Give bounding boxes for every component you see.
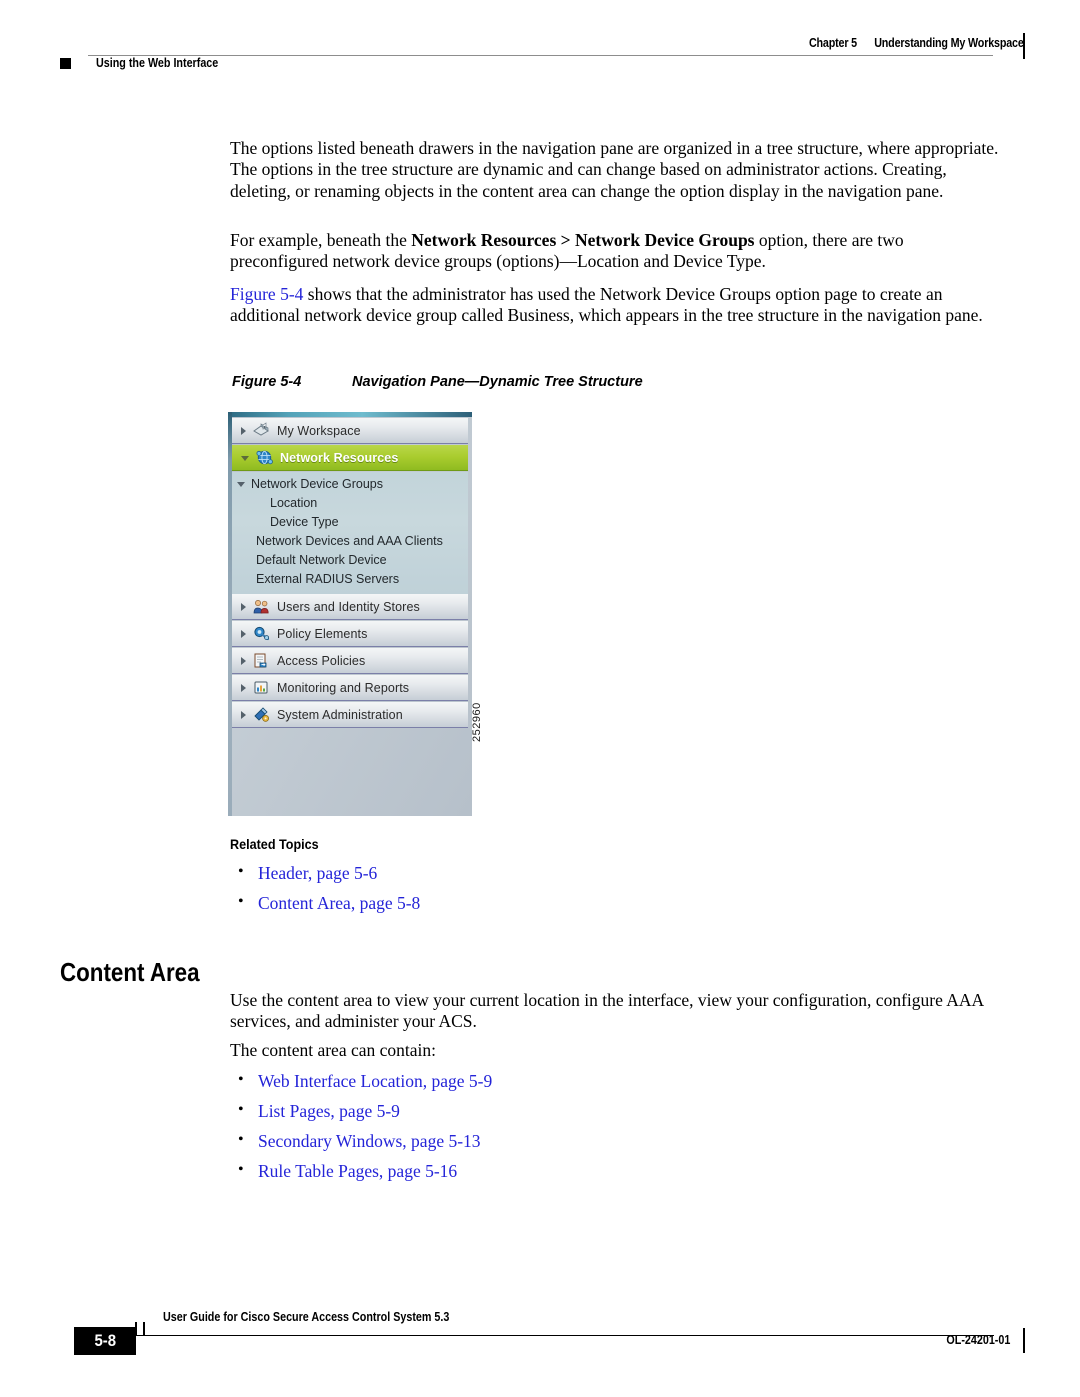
section-paragraph-2: The content area can contain: <box>230 1040 437 1060</box>
footer-tick-marks <box>135 1322 149 1336</box>
paragraph-1: The options listed beneath drawers in th… <box>230 138 999 201</box>
navigation-pane: My Workspace Network Resources Network D… <box>228 412 472 816</box>
list-item[interactable]: Rule Table Pages, page 5-16 <box>232 1155 492 1186</box>
paragraph-3: Figure 5-4 shows that the administrator … <box>230 284 1000 327</box>
paragraph-3-post: shows that the administrator has used th… <box>230 284 983 326</box>
page-title: Content Area <box>60 957 200 988</box>
drawer-system-administration[interactable]: System Administration <box>232 702 468 728</box>
tree-item-default-network-device[interactable]: Default Network Device <box>232 550 468 569</box>
chevron-right-icon[interactable] <box>241 629 246 638</box>
footer-document-number: OL-24201-01 <box>946 1333 1010 1347</box>
drawer-label-access-policies: Access Policies <box>277 653 366 668</box>
drawer-label-system-administration: System Administration <box>277 707 403 722</box>
footer-right-tick <box>1022 1328 1025 1353</box>
workspace-icon <box>252 422 271 439</box>
subtree-network-resources: Network Device Groups Location Device Ty… <box>232 472 468 594</box>
paragraph-2-emphasis: Network Resources > Network Device Group… <box>411 230 755 250</box>
tree-item-device-type[interactable]: Device Type <box>232 512 468 531</box>
network-resources-icon <box>255 449 274 466</box>
content-area-links-list: Web Interface Location, page 5-9 List Pa… <box>232 1065 492 1186</box>
content-area-link[interactable]: Web Interface Location, page 5-9 <box>258 1071 492 1091</box>
drawer-monitoring-and-reports[interactable]: Monitoring and Reports <box>232 675 468 701</box>
tree-item-label: Device Type <box>270 514 339 529</box>
tree-item-label: Location <box>270 495 318 510</box>
figure-id-number: 252960 <box>471 702 483 742</box>
figure-title: Navigation Pane—Dynamic Tree Structure <box>352 374 643 390</box>
header-chapter-info: Chapter 5 Understanding My Workspace <box>809 36 1024 50</box>
figure-navigation-pane: My Workspace Network Resources Network D… <box>228 412 488 816</box>
drawer-policy-elements[interactable]: Policy Elements <box>232 621 468 647</box>
list-item[interactable]: Web Interface Location, page 5-9 <box>232 1065 492 1096</box>
drawer-label-network-resources: Network Resources <box>280 450 399 465</box>
related-topic-link[interactable]: Content Area, page 5-8 <box>258 893 420 913</box>
policy-elements-icon <box>252 625 271 642</box>
tree-item-location[interactable]: Location <box>232 493 468 512</box>
pane-top-strip <box>228 412 472 417</box>
figure-cross-reference-link[interactable]: Figure 5-4 <box>230 284 303 304</box>
paragraph-2-pre: For example, beneath the <box>230 230 412 250</box>
header-section-title: Using the Web Interface <box>96 56 219 70</box>
list-item[interactable]: Header, page 5-6 <box>232 857 420 888</box>
related-topic-link[interactable]: Header, page 5-6 <box>258 863 377 883</box>
page-running-header: Chapter 5 Understanding My Workspace Usin… <box>0 0 1080 100</box>
list-item[interactable]: Secondary Windows, page 5-13 <box>232 1125 492 1156</box>
tree-item-label: Default Network Device <box>256 552 387 567</box>
list-item[interactable]: List Pages, page 5-9 <box>232 1095 492 1126</box>
page-number: 5-8 <box>94 1331 116 1350</box>
content-area-link[interactable]: Secondary Windows, page 5-13 <box>258 1131 481 1151</box>
related-topics-list: Header, page 5-6 Content Area, page 5-8 <box>232 857 420 918</box>
page-number-badge: 5-8 <box>74 1327 136 1355</box>
monitoring-reports-icon <box>252 679 271 696</box>
figure-number: Figure 5-4 <box>232 374 302 390</box>
drawer-label-monitoring-and-reports: Monitoring and Reports <box>277 680 410 695</box>
figure-caption: Figure 5-4 Navigation Pane—Dynamic Tree S… <box>232 374 643 390</box>
drawer-network-resources[interactable]: Network Resources <box>232 445 468 471</box>
chevron-right-icon[interactable] <box>241 602 246 611</box>
header-section-info: Using the Web Interface <box>60 56 238 70</box>
chevron-right-icon[interactable] <box>241 426 246 435</box>
tree-item-network-device-groups[interactable]: Network Device Groups <box>232 474 468 493</box>
content-area-link[interactable]: Rule Table Pages, page 5-16 <box>258 1161 457 1181</box>
tree-item-external-radius-servers[interactable]: External RADIUS Servers <box>232 569 468 588</box>
header-chapter-number: Chapter 5 <box>809 36 858 50</box>
content-area-link[interactable]: List Pages, page 5-9 <box>258 1101 400 1121</box>
chevron-down-icon[interactable] <box>237 482 245 487</box>
system-administration-icon <box>252 706 271 723</box>
square-bullet-icon <box>60 57 71 69</box>
drawer-users-and-identity-stores[interactable]: Users and Identity Stores <box>232 594 468 620</box>
tree-item-label: Network Devices and AAA Clients <box>256 533 443 548</box>
tree-item-label: Network Device Groups <box>251 476 383 491</box>
page-footer <box>0 1290 1080 1360</box>
drawer-label-users-and-identity-stores: Users and Identity Stores <box>277 599 420 614</box>
chevron-right-icon[interactable] <box>241 710 246 719</box>
access-policies-icon <box>252 652 271 669</box>
tree-item-label: External RADIUS Servers <box>256 571 400 586</box>
chevron-right-icon[interactable] <box>241 683 246 692</box>
users-icon <box>252 598 271 615</box>
list-item[interactable]: Content Area, page 5-8 <box>232 887 420 918</box>
drawer-label-my-workspace: My Workspace <box>277 423 361 438</box>
tree-item-network-devices-and-aaa-clients[interactable]: Network Devices and AAA Clients <box>232 531 468 550</box>
header-chapter-title: Understanding My Workspace <box>874 36 1025 50</box>
drawer-label-policy-elements: Policy Elements <box>277 626 368 641</box>
related-topics-heading: Related Topics <box>230 836 319 852</box>
paragraph-2: For example, beneath the Network Resourc… <box>230 230 1000 273</box>
footer-rule <box>88 1335 994 1336</box>
section-paragraph-1: Use the content area to view your curren… <box>230 990 984 1032</box>
drawer-access-policies[interactable]: Access Policies <box>232 648 468 674</box>
drawer-my-workspace[interactable]: My Workspace <box>232 418 468 444</box>
chevron-down-icon[interactable] <box>241 456 249 461</box>
footer-guide-title: User Guide for Cisco Secure Access Contr… <box>163 1310 450 1324</box>
chevron-right-icon[interactable] <box>241 656 246 665</box>
